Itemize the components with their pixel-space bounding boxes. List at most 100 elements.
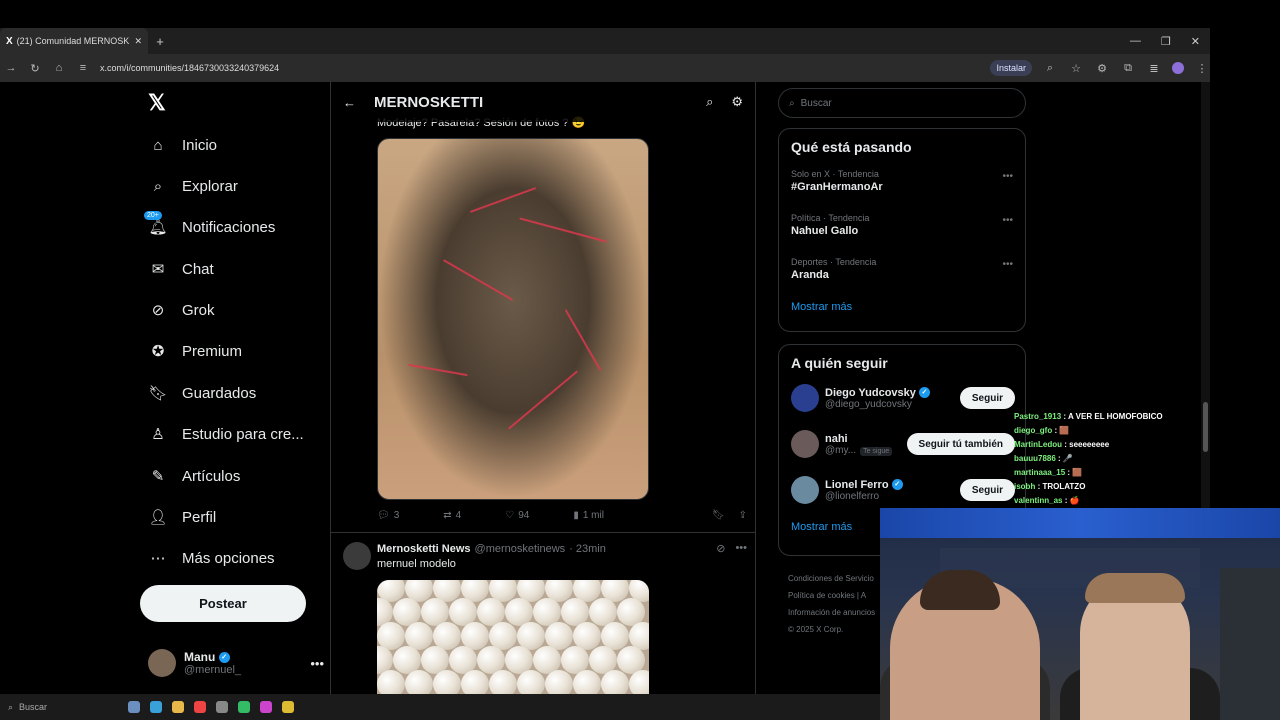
back-arrow-icon[interactable]: ← <box>343 95 356 110</box>
footer-link[interactable]: Política de cookies | A <box>788 587 875 604</box>
forward-icon[interactable]: → <box>4 62 18 74</box>
footer-links: Condiciones de Servicio Política de cooki… <box>788 570 875 638</box>
bell-icon: 🔔︎ 20+ <box>144 211 168 237</box>
nav-item-premium[interactable]: ✪ Premium <box>148 334 242 368</box>
nav-item-bookmark[interactable]: 🔖︎ Guardados <box>148 376 256 410</box>
nav-item-grok[interactable]: ⊘ Grok <box>148 293 215 327</box>
browser-tab[interactable]: X (21) Comunidad MERNOSKETTI ✕ <box>0 28 148 54</box>
app-icon[interactable] <box>282 701 294 713</box>
follow-button[interactable]: Seguir <box>959 387 1015 409</box>
url-field[interactable]: x.com/i/communities/1846730033240379624 <box>100 63 980 73</box>
suggestion-handle: @lionelferro <box>825 490 880 502</box>
star-icon[interactable]: ☆ <box>1068 62 1084 75</box>
nav-item-home[interactable]: ⌂ Inicio <box>148 128 217 162</box>
media-icon[interactable]: ≣ <box>1146 62 1162 75</box>
nav-item-bell[interactable]: 🔔︎ 20+ Notificaciones <box>144 210 275 244</box>
reload-icon[interactable]: ↻ <box>28 62 42 75</box>
post-button[interactable]: Postear <box>140 585 306 622</box>
tweet-handle[interactable]: @mernosketinews <box>475 543 566 555</box>
verified-icon: ✓ <box>918 387 930 399</box>
chat-message: martinaaa_15 : 🟫 <box>1014 466 1214 480</box>
chat-text: : 🟫 <box>1054 426 1070 435</box>
views-button[interactable]: ▮ 1 mil <box>573 510 604 521</box>
avatar[interactable] <box>343 542 371 570</box>
chat-user: bauuu7886 <box>1014 454 1056 463</box>
view-count: 1 mil <box>582 510 604 521</box>
like-button[interactable]: ♡ 94 <box>505 510 529 521</box>
spotify-icon[interactable] <box>238 701 250 713</box>
close-tab-icon[interactable]: ✕ <box>134 36 142 47</box>
nav-item-article[interactable]: ✎ Artículos <box>148 459 241 493</box>
reply-button[interactable]: 💬︎ 3 <box>377 510 399 521</box>
chat-message: Pastro_1913 : A VER EL HOMOFOBICO <box>1014 410 1214 424</box>
chrome-icon[interactable] <box>194 701 206 713</box>
avatar[interactable] <box>791 384 819 412</box>
nav-item-label: Explorar <box>182 177 238 195</box>
minimize-icon[interactable]: — <box>1130 35 1141 47</box>
search-input[interactable]: ⌕ Buscar <box>778 88 1026 118</box>
search-icon: ⌕ <box>789 97 795 109</box>
account-switcher[interactable]: Manu ✓ @mernuel_ ••• <box>148 645 324 681</box>
account-name: Manu <box>184 650 216 664</box>
nav-item-search[interactable]: ⌕ Explorar <box>148 169 238 203</box>
nav-item-studio[interactable]: ♙ Estudio para cre... <box>148 417 303 451</box>
bookmark-icon[interactable]: 🔖︎ <box>712 510 725 521</box>
tweet-author[interactable]: Mernosketti News <box>377 543 471 555</box>
avatar[interactable] <box>791 476 819 504</box>
extension-icon[interactable]: ⚙ <box>1094 62 1110 75</box>
grok-icon[interactable]: ⊘ <box>716 542 725 555</box>
follow-suggestion[interactable]: nahi @my... Te sigue Seguir tú también <box>779 421 1025 467</box>
tweet-image[interactable] <box>377 138 649 500</box>
more-icon[interactable]: ••• <box>1002 171 1013 182</box>
more-icon[interactable]: ••• <box>735 542 747 555</box>
tweet-image[interactable] <box>377 580 649 694</box>
nav-item-profile[interactable]: 👤︎ Perfil <box>148 500 216 534</box>
trend-item[interactable]: Solo en X · Tendencia #GranHermanoAr ••• <box>779 161 1025 205</box>
more-icon[interactable]: ••• <box>1002 259 1013 270</box>
avatar[interactable] <box>791 430 819 458</box>
tweet-time[interactable]: · 23min <box>569 543 606 555</box>
follow-suggestion[interactable]: Lionel Ferro ✓ @lionelferro Seguir <box>779 467 1025 513</box>
repost-button[interactable]: ⇄ 4 <box>443 510 461 521</box>
more-icon[interactable]: ••• <box>1002 215 1013 226</box>
verified-icon: ✓ <box>218 652 230 664</box>
follow-button[interactable]: Seguir tú también <box>906 433 1015 455</box>
close-window-icon[interactable]: ✕ <box>1191 35 1200 48</box>
chart-icon: ▮ <box>573 510 579 521</box>
studio-icon: ♙ <box>151 426 165 443</box>
trend-item[interactable]: Deportes · Tendencia Aranda ••• <box>779 249 1025 293</box>
show-more-link[interactable]: Mostrar más <box>779 293 1025 323</box>
profile-avatar-icon[interactable] <box>1172 62 1184 74</box>
app-icon[interactable] <box>216 701 228 713</box>
search-icon: ⌕ <box>8 701 14 712</box>
follow-button[interactable]: Seguir <box>959 479 1015 501</box>
stream-chat: Pastro_1913 : A VER EL HOMOFOBICO diego_g… <box>1014 410 1214 508</box>
follow-suggestion[interactable]: Diego Yudcovsky ✓ @diego_yudcovsky Seguir <box>779 375 1025 421</box>
nav-item-more[interactable]: ⋯ Más opciones <box>148 541 275 575</box>
zoom-icon[interactable]: ⌕ <box>1042 62 1058 75</box>
chat-user: diego_gfo <box>1014 426 1053 435</box>
site-info-icon[interactable]: ≡ <box>76 62 90 74</box>
taskbar-search[interactable]: ⌕ Buscar <box>8 702 118 713</box>
x-logo-icon[interactable]: 𝕏 <box>148 90 166 116</box>
install-button[interactable]: Instalar <box>990 60 1032 76</box>
search-icon[interactable]: ⌕ <box>706 94 713 110</box>
more-icon[interactable]: ••• <box>310 656 324 671</box>
restore-icon[interactable]: ❐ <box>1161 35 1171 48</box>
trend-name: #GranHermanoAr <box>791 181 883 193</box>
trend-item[interactable]: Política · Tendencia Nahuel Gallo ••• <box>779 205 1025 249</box>
nav-item-mail[interactable]: ✉ Chat <box>148 252 214 286</box>
new-tab-icon[interactable]: + <box>148 34 172 49</box>
footer-link[interactable]: © 2025 X Corp. <box>788 621 875 638</box>
app-icon[interactable] <box>128 701 140 713</box>
footer-link[interactable]: Condiciones de Servicio <box>788 570 875 587</box>
puzzle-icon[interactable]: ⧉ <box>1120 62 1136 75</box>
home-browser-icon[interactable]: ⌂ <box>52 62 66 74</box>
folder-icon[interactable] <box>172 701 184 713</box>
menu-icon[interactable]: ⋮ <box>1194 62 1210 75</box>
app-icon[interactable] <box>260 701 272 713</box>
app-icon[interactable] <box>150 701 162 713</box>
share-icon[interactable]: ⇪ <box>739 510 747 521</box>
footer-link[interactable]: Información de anuncios <box>788 604 875 621</box>
gear-icon[interactable]: ⚙ <box>731 94 743 110</box>
